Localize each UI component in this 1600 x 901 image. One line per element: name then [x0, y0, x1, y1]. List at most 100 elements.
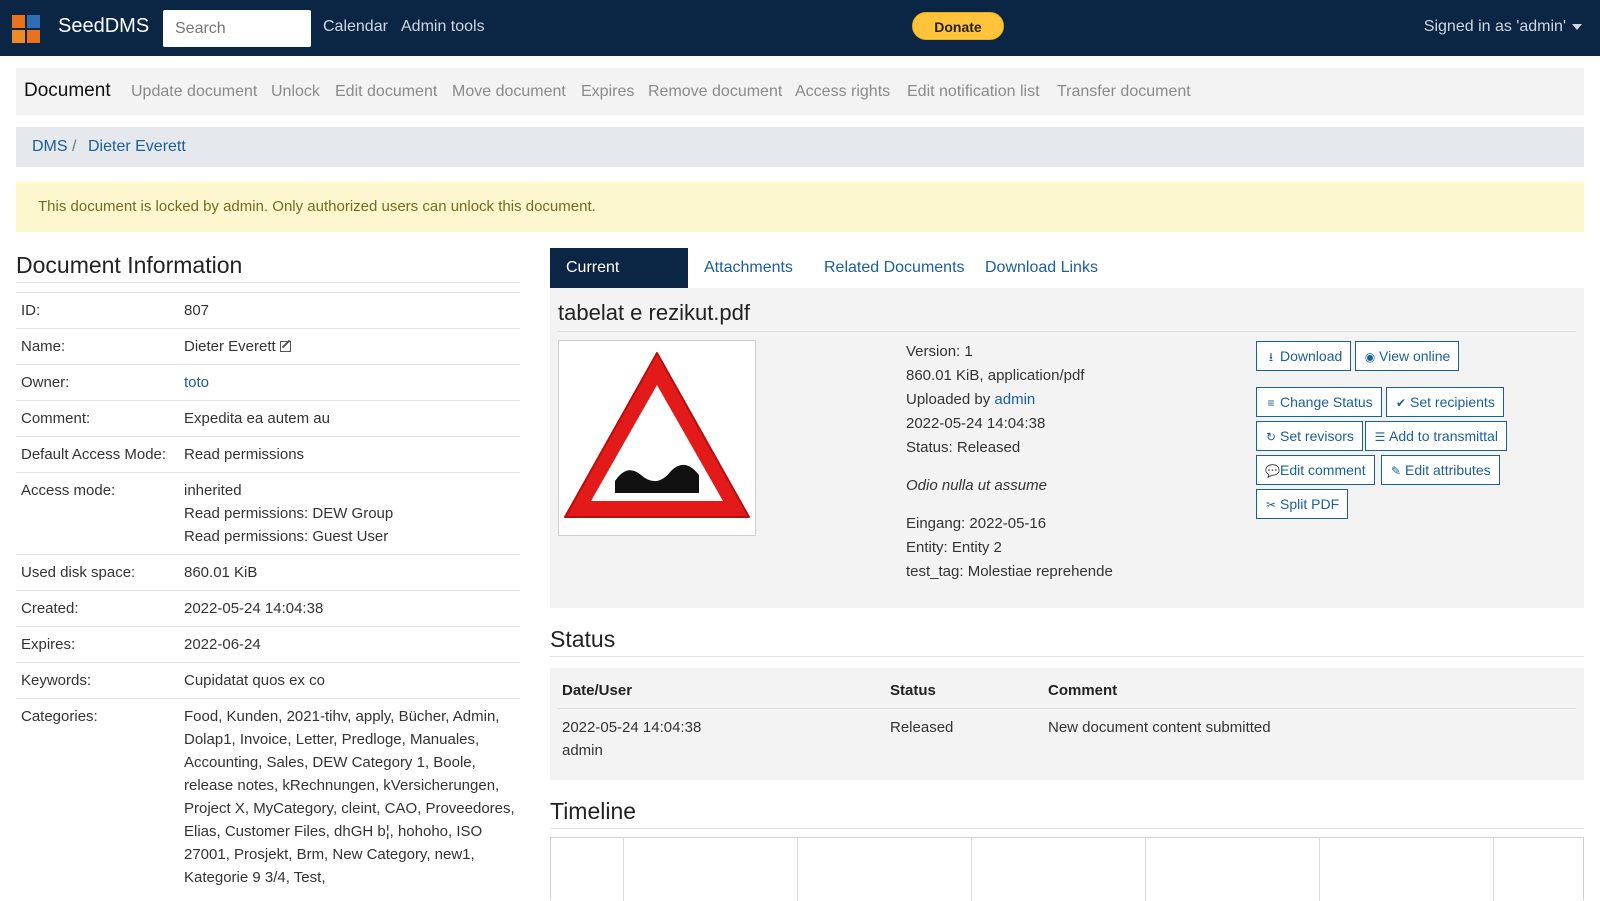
tab-download-links[interactable]: Download Links: [969, 248, 1114, 288]
edit-comment-label: Edit comment: [1280, 462, 1366, 478]
info-value: 807: [179, 292, 520, 329]
view-online-button[interactable]: ◉ View online: [1355, 341, 1460, 371]
tab-current-version[interactable]: Current version: [550, 248, 688, 316]
table-row: Default Access Mode: Read permissions: [16, 436, 520, 473]
timeline-chart[interactable]: [550, 837, 1584, 901]
download-label: Download: [1280, 348, 1343, 364]
document-name-value: Dieter Everett: [184, 338, 276, 355]
menu-expires[interactable]: Expires: [581, 83, 634, 101]
timeline-section-title: Timeline: [550, 798, 637, 824]
table-row: Owner: toto: [16, 364, 520, 401]
version-number: Version: 1: [906, 343, 973, 360]
edit-attributes-button[interactable]: ✎ Edit attributes: [1381, 455, 1500, 485]
top-navbar: SeedDMS Calendar Admin tools Donate Sign…: [0, 0, 1600, 56]
owner-link[interactable]: toto: [184, 374, 209, 391]
info-value: inherited Read permissions: DEW Group Read…: [179, 472, 520, 555]
info-value: 2022-06-24: [179, 626, 520, 663]
list-icon: ≡: [1267, 396, 1275, 410]
info-key: Categories:: [16, 698, 179, 895]
access-permission: Read permissions: DEW Group: [184, 505, 394, 522]
table-row: ID: 807: [16, 292, 520, 329]
menu-access-rights[interactable]: Access rights: [795, 83, 890, 101]
split-pdf-button[interactable]: ✂ Split PDF: [1256, 489, 1349, 519]
version-size: 860.01 KiB, application/pdf: [906, 367, 1085, 384]
donate-button[interactable]: Donate: [912, 12, 1004, 40]
breadcrumb-dms[interactable]: DMS: [32, 138, 68, 156]
tab-attachments[interactable]: Attachments: [688, 248, 809, 288]
add-to-transmittal-button[interactable]: ☰ Add to transmittal: [1365, 421, 1507, 451]
info-key: Used disk space:: [16, 554, 179, 591]
timeline-gridline: [797, 838, 798, 901]
status-header-status: Status: [890, 682, 936, 699]
table-row: Used disk space: 860.01 KiB: [16, 554, 520, 591]
nav-admin-tools-link[interactable]: Admin tools: [401, 18, 485, 36]
breadcrumb-current[interactable]: Dieter Everett: [88, 138, 186, 156]
change-status-label: Change Status: [1280, 394, 1373, 410]
menu-edit-notification-list[interactable]: Edit notification list: [907, 83, 1040, 101]
divider: [16, 282, 520, 283]
divider: [550, 828, 1584, 829]
nav-calendar-link[interactable]: Calendar: [323, 18, 388, 36]
status-header-date-user: Date/User: [562, 682, 633, 699]
status-user: admin: [562, 742, 603, 759]
status-date: 2022-05-24 14:04:38: [562, 719, 702, 736]
menu-edit-document[interactable]: Edit document: [335, 83, 437, 101]
set-recipients-label: Set recipients: [1410, 394, 1495, 410]
seeddms-logo-icon[interactable]: [10, 13, 42, 45]
info-value: 2022-05-24 14:04:38: [179, 590, 520, 627]
set-revisors-button[interactable]: ↻ Set revisors: [1256, 421, 1363, 451]
uploader-link[interactable]: admin: [994, 391, 1035, 408]
info-key: Default Access Mode:: [16, 436, 179, 473]
table-row: Comment: Expedita ea autem au: [16, 400, 520, 437]
search-input[interactable]: [163, 10, 311, 47]
info-key: Keywords:: [16, 662, 179, 699]
info-key: Name:: [16, 328, 179, 365]
status-row-date-user: 2022-05-24 14:04:38 admin: [562, 716, 701, 762]
scissors-icon: ✂: [1265, 498, 1277, 512]
version-status: Status: Released: [906, 439, 1021, 456]
uploaded-label: Uploaded by: [906, 391, 995, 408]
table-row: Created: 2022-05-24 14:04:38: [16, 590, 520, 627]
edit-icon[interactable]: [279, 341, 291, 352]
check-icon: ✔: [1395, 396, 1407, 410]
eye-icon: ◉: [1364, 350, 1376, 364]
version-details: Version: 1 860.01 KiB, application/pdf U…: [906, 340, 1113, 584]
version-uploader: Uploaded by admin: [906, 388, 1113, 412]
document-menu-title[interactable]: Document: [24, 80, 111, 102]
table-row: Keywords: Cupidatat quos ex co: [16, 662, 520, 699]
version-attribute: Entity: Entity 2: [906, 539, 1002, 556]
list-icon: ☰: [1374, 430, 1386, 444]
info-value: Expedita ea autem au: [179, 400, 520, 437]
status-table: Date/User Status Comment 2022-05-24 14:0…: [550, 668, 1584, 780]
access-mode-value: inherited: [184, 482, 242, 499]
status-row-comment: New document content submitted: [1048, 719, 1271, 736]
edit-comment-button[interactable]: 💬Edit comment: [1256, 455, 1375, 485]
tab-related-documents[interactable]: Related Documents: [808, 248, 981, 288]
change-status-button[interactable]: ≡ Change Status: [1256, 387, 1382, 417]
status-section-title: Status: [550, 626, 616, 652]
menu-transfer-document[interactable]: Transfer document: [1057, 83, 1191, 101]
edit-icon: ✎: [1390, 464, 1402, 478]
download-button[interactable]: ⭳ Download: [1256, 341, 1352, 371]
edit-attributes-label: Edit attributes: [1405, 462, 1491, 478]
breadcrumb-separator: /: [72, 138, 77, 155]
access-permission: Read permissions: Guest User: [184, 528, 389, 545]
divider: [558, 331, 1576, 332]
add-to-transmittal-label: Add to transmittal: [1389, 428, 1498, 444]
info-key: ID:: [16, 292, 179, 329]
menu-remove-document[interactable]: Remove document: [648, 83, 782, 101]
document-preview[interactable]: [558, 340, 756, 536]
set-recipients-button[interactable]: ✔ Set recipients: [1386, 387, 1504, 417]
user-menu[interactable]: Signed in as 'admin': [1424, 18, 1582, 36]
status-row-status: Released: [890, 719, 954, 736]
table-row: Access mode: inherited Read permissions: D…: [16, 472, 520, 555]
current-version-panel: tabelat e rezikut.pdf Version: 1 860.01 …: [550, 288, 1584, 608]
menu-update-document[interactable]: Update document: [131, 83, 257, 101]
timeline-gridline: [971, 838, 972, 901]
brand-name[interactable]: SeedDMS: [58, 15, 149, 38]
view-online-label: View online: [1379, 348, 1451, 364]
table-row: Categories: Food, Kunden, 2021-tihv, appl…: [16, 698, 520, 895]
download-icon: ⭳: [1268, 350, 1274, 364]
menu-move-document[interactable]: Move document: [452, 83, 566, 101]
menu-unlock[interactable]: Unlock: [271, 83, 320, 101]
